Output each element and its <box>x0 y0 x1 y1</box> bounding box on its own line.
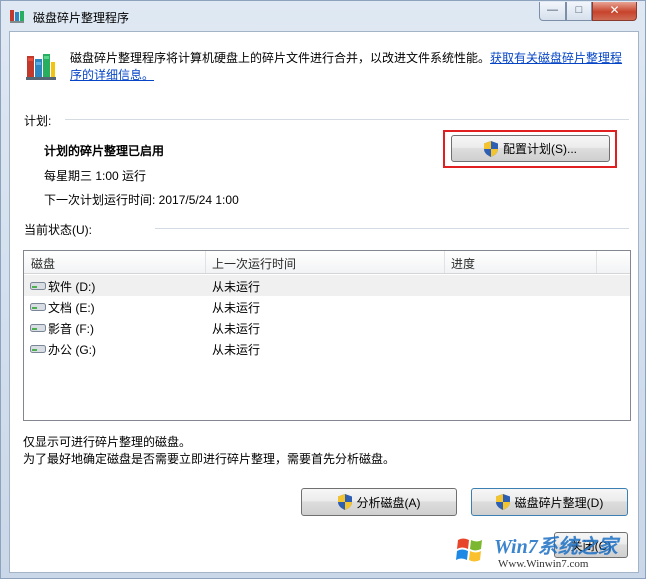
minimize-button[interactable]: — <box>539 2 566 21</box>
uac-shield-icon <box>495 494 510 510</box>
disk-row[interactable]: 文档 (E:) 从未运行 <box>24 296 630 317</box>
disk-last-run: 从未运行 <box>212 343 261 357</box>
note-available-disks: 仅显示可进行碎片整理的磁盘。 <box>23 435 192 449</box>
disk-row[interactable]: 办公 (G:) 从未运行 <box>24 338 630 359</box>
disk-last-run: 从未运行 <box>212 301 261 315</box>
minimize-icon: — <box>547 4 558 16</box>
hard-drive-icon <box>30 324 46 332</box>
disk-last-run: 从未运行 <box>212 280 261 294</box>
column-divider[interactable] <box>205 251 206 273</box>
analyze-disk-button[interactable]: 分析磁盘(A) <box>301 488 457 516</box>
disk-name: 影音 (F:) <box>48 322 94 336</box>
column-divider[interactable] <box>596 251 597 273</box>
defragment-disk-label: 磁盘碎片整理(D) <box>514 495 604 510</box>
hard-drive-icon <box>30 303 46 311</box>
disk-last-run: 从未运行 <box>212 322 261 336</box>
configure-schedule-button[interactable]: 配置计划(S)... <box>451 135 610 162</box>
defrag-app-icon <box>10 10 24 23</box>
uac-shield-icon <box>337 494 352 510</box>
disk-name: 文档 (E:) <box>48 301 95 315</box>
schedule-divider <box>65 119 629 120</box>
maximize-button[interactable]: □ <box>566 2 592 21</box>
disk-list[interactable]: 磁盘 上一次运行时间 进度 软件 (D:) 从未运行 文档 (E:) 从未运行 … <box>23 250 631 421</box>
windows-logo-icon <box>448 528 492 572</box>
watermark-url: Www.Winwin7.com <box>498 558 589 570</box>
disk-row[interactable]: 软件 (D:) 从未运行 <box>24 275 630 296</box>
close-icon: ✕ <box>609 3 620 17</box>
title-bar[interactable]: 磁盘碎片整理程序 — □ ✕ <box>1 1 645 31</box>
hard-drive-icon <box>30 345 46 353</box>
status-divider <box>155 228 629 229</box>
maximize-icon: □ <box>575 4 583 16</box>
window-title: 磁盘碎片整理程序 <box>33 11 130 25</box>
disk-row[interactable]: 影音 (F:) 从未运行 <box>24 317 630 338</box>
defragment-disk-button[interactable]: 磁盘碎片整理(D) <box>471 488 628 516</box>
defrag-header-icon <box>26 54 56 80</box>
schedule-next-run: 下一次计划运行时间: 2017/5/24 1:00 <box>44 193 239 207</box>
current-status-label: 当前状态(U): <box>24 223 92 237</box>
uac-shield-icon <box>484 140 498 157</box>
column-header-disk[interactable]: 磁盘 <box>31 255 55 272</box>
note-analyze-first: 为了最好地确定磁盘是否需要立即进行碎片整理，需要首先分析磁盘。 <box>23 452 396 466</box>
column-header-last-run[interactable]: 上一次运行时间 <box>212 255 296 272</box>
intro-text: 磁盘碎片整理程序将计算机硬盘上的碎片文件进行合并，以改进文件系统性能。获取有关磁… <box>70 50 630 84</box>
column-header-progress[interactable]: 进度 <box>451 255 475 272</box>
configure-schedule-label: 配置计划(S)... <box>503 142 577 156</box>
schedule-status: 计划的碎片整理已启用 <box>44 144 165 158</box>
disk-list-header: 磁盘 上一次运行时间 进度 <box>24 251 630 274</box>
disk-name: 办公 (G:) <box>48 343 96 357</box>
schedule-section-label: 计划: <box>24 114 52 128</box>
watermark-brand: Win7系统之家 <box>494 536 618 558</box>
disk-name: 软件 (D:) <box>48 280 96 294</box>
intro-description: 磁盘碎片整理程序将计算机硬盘上的碎片文件进行合并，以改进文件系统性能。 <box>70 51 491 65</box>
column-divider[interactable] <box>444 251 445 273</box>
hard-drive-icon <box>30 282 46 290</box>
analyze-disk-label: 分析磁盘(A) <box>356 495 421 510</box>
close-window-button[interactable]: ✕ <box>592 2 637 21</box>
schedule-frequency: 每星期三 1:00 运行 <box>44 169 147 183</box>
